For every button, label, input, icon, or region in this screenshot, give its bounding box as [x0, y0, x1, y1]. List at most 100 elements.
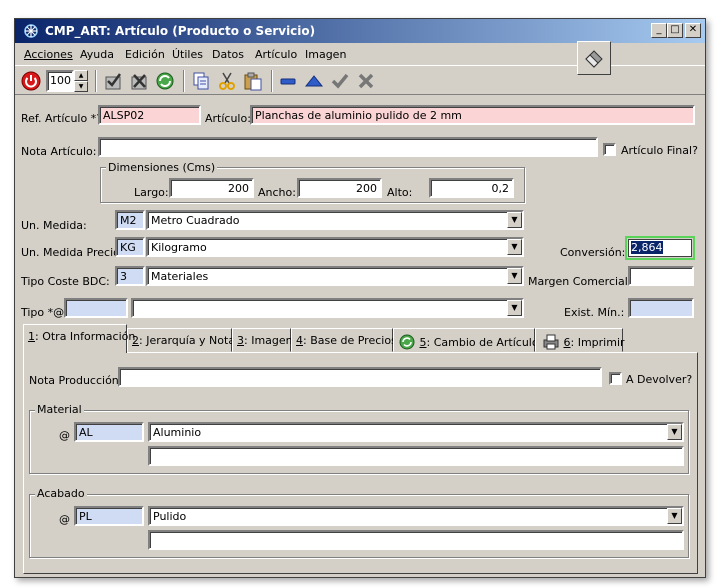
- tipo-coste-code[interactable]: 3: [115, 266, 145, 286]
- tipo-coste-label: Tipo Coste BDC:: [21, 275, 110, 288]
- chevron-down-icon[interactable]: ▼: [667, 508, 682, 524]
- menu-ayuda[interactable]: Ayuda: [80, 48, 114, 61]
- un-medida-value: Metro Cuadrado: [151, 214, 240, 227]
- chevron-down-icon[interactable]: ▼: [507, 300, 522, 316]
- tab-label: : Jerarquía y Notas: [139, 334, 241, 347]
- refresh-button[interactable]: [154, 70, 176, 92]
- articulo-input[interactable]: Planchas de aluminio pulido de 2 mm: [250, 105, 695, 125]
- toolbar-separator: [95, 70, 97, 92]
- menu-acciones[interactable]: Acciones: [24, 48, 73, 61]
- app-icon: [24, 24, 38, 38]
- spin-up-icon[interactable]: ▲: [74, 70, 88, 81]
- tipo-code[interactable]: [64, 298, 128, 318]
- spin-down-icon[interactable]: ▼: [74, 81, 88, 92]
- conversion-input[interactable]: 2,864: [628, 239, 692, 257]
- menu-edicion[interactable]: Edición: [125, 48, 165, 61]
- tab-otra-informacion[interactable]: 1: Otra Información: [23, 324, 135, 353]
- tab-base-precios[interactable]: 4: Base de Precios: [291, 328, 397, 352]
- un-medida-code[interactable]: M2: [115, 210, 145, 230]
- refresh-icon: [399, 334, 415, 350]
- nota-produccion-input[interactable]: [118, 367, 602, 387]
- tab-label: : Otra Información: [35, 330, 136, 343]
- check-form-button[interactable]: [102, 70, 124, 92]
- tipo-label: Tipo *@: [21, 306, 65, 319]
- eraser-button[interactable]: [577, 41, 611, 75]
- material-code[interactable]: AL: [74, 422, 144, 442]
- paste-button[interactable]: [242, 70, 264, 92]
- acabado-at-label: @: [59, 513, 70, 526]
- material-at-label: @: [59, 429, 70, 442]
- acabado-code[interactable]: PL: [74, 506, 144, 526]
- articulo-final-checkbox[interactable]: [603, 143, 616, 156]
- tab-key: 5: [419, 336, 427, 349]
- tab-imprimir[interactable]: 6: Imprimir: [535, 328, 625, 352]
- maximize-button[interactable]: □: [667, 23, 683, 38]
- tab-key: 6: [563, 336, 571, 349]
- chevron-down-icon[interactable]: ▼: [507, 268, 522, 284]
- un-medida-precio-value: Kilogramo: [151, 241, 207, 254]
- tab-label: : Imagen: [244, 334, 293, 347]
- menu-articulo[interactable]: Artículo: [255, 48, 297, 61]
- power-icon: [21, 71, 41, 91]
- a-devolver-checkbox[interactable]: [609, 372, 622, 385]
- title-bar[interactable]: CMP_ART: Artículo (Producto o Servicio) …: [15, 19, 705, 43]
- un-medida-precio-code[interactable]: KG: [115, 237, 145, 257]
- tab-jerarquia-notas[interactable]: 2: Jerarquía y Notas: [127, 328, 241, 352]
- cancel-button[interactable]: [355, 70, 377, 92]
- chevron-down-icon[interactable]: ▼: [507, 239, 522, 255]
- check-form-icon: [105, 73, 122, 90]
- chevron-down-icon[interactable]: ▼: [507, 212, 522, 228]
- triangle-up-icon: [304, 75, 324, 87]
- chevron-down-icon[interactable]: ▼: [667, 424, 682, 440]
- tab-imagen[interactable]: 3: Imagen: [232, 328, 293, 352]
- tab-key: 1: [28, 330, 35, 343]
- power-button[interactable]: [20, 70, 42, 92]
- x-icon: [358, 73, 374, 89]
- acabado-select[interactable]: Pulido ▼: [148, 506, 684, 526]
- menu-datos[interactable]: Datos: [212, 48, 244, 61]
- material-value: Aluminio: [153, 426, 202, 439]
- tipo-select[interactable]: ▼: [131, 298, 524, 318]
- acabado-value: Pulido: [153, 510, 187, 523]
- margen-comercial-input[interactable]: [628, 266, 694, 286]
- nota-articulo-input[interactable]: [98, 137, 598, 157]
- a-devolver-label: A Devolver?: [626, 373, 693, 386]
- articulo-final-label: Artículo Final?: [621, 144, 698, 157]
- material-select[interactable]: Aluminio ▼: [148, 422, 684, 442]
- cut-button[interactable]: [216, 70, 238, 92]
- zoom-spinner[interactable]: ▲ ▼: [74, 70, 88, 92]
- ref-articulo-input[interactable]: ALSP02: [98, 105, 201, 125]
- copy-icon: [193, 72, 209, 90]
- largo-input[interactable]: 200: [169, 178, 254, 198]
- alto-input[interactable]: 0,2: [429, 178, 514, 198]
- acabado-extra-input[interactable]: [148, 530, 684, 550]
- remove-record-button[interactable]: [277, 70, 299, 92]
- minimize-button[interactable]: _: [651, 23, 667, 38]
- zoom-input[interactable]: 100: [46, 70, 74, 92]
- margen-comercial-label: Margen Comercial:: [528, 275, 632, 288]
- tab-cambio-articulo[interactable]: 5: Cambio de Artículo: [393, 328, 539, 352]
- tab-key: 3: [237, 334, 244, 347]
- tipo-coste-select[interactable]: Materiales ▼: [146, 266, 524, 286]
- menu-acciones-label: Acciones: [24, 48, 73, 61]
- copy-button[interactable]: [190, 70, 212, 92]
- paste-icon: [244, 72, 262, 91]
- conversion-label: Conversión:: [560, 246, 626, 259]
- delete-form-icon: [131, 74, 147, 90]
- un-medida-precio-select[interactable]: Kilogramo ▼: [146, 237, 524, 257]
- checkmark-icon: [331, 73, 349, 89]
- material-title: Material: [35, 403, 84, 416]
- previous-button[interactable]: [303, 70, 325, 92]
- accept-button[interactable]: [329, 70, 351, 92]
- ancho-input[interactable]: 200: [297, 178, 382, 198]
- material-extra-input[interactable]: [148, 446, 684, 466]
- eraser-icon: [585, 50, 603, 68]
- acabado-title: Acabado: [35, 487, 87, 500]
- close-button[interactable]: ✕: [685, 23, 701, 38]
- tab-label: : Cambio de Artículo: [426, 336, 539, 349]
- menu-utiles[interactable]: Útiles: [172, 48, 203, 61]
- exist-min-input[interactable]: [628, 298, 694, 318]
- un-medida-select[interactable]: Metro Cuadrado ▼: [146, 210, 524, 230]
- delete-form-button[interactable]: [128, 70, 150, 92]
- menu-imagen[interactable]: Imagen: [305, 48, 346, 61]
